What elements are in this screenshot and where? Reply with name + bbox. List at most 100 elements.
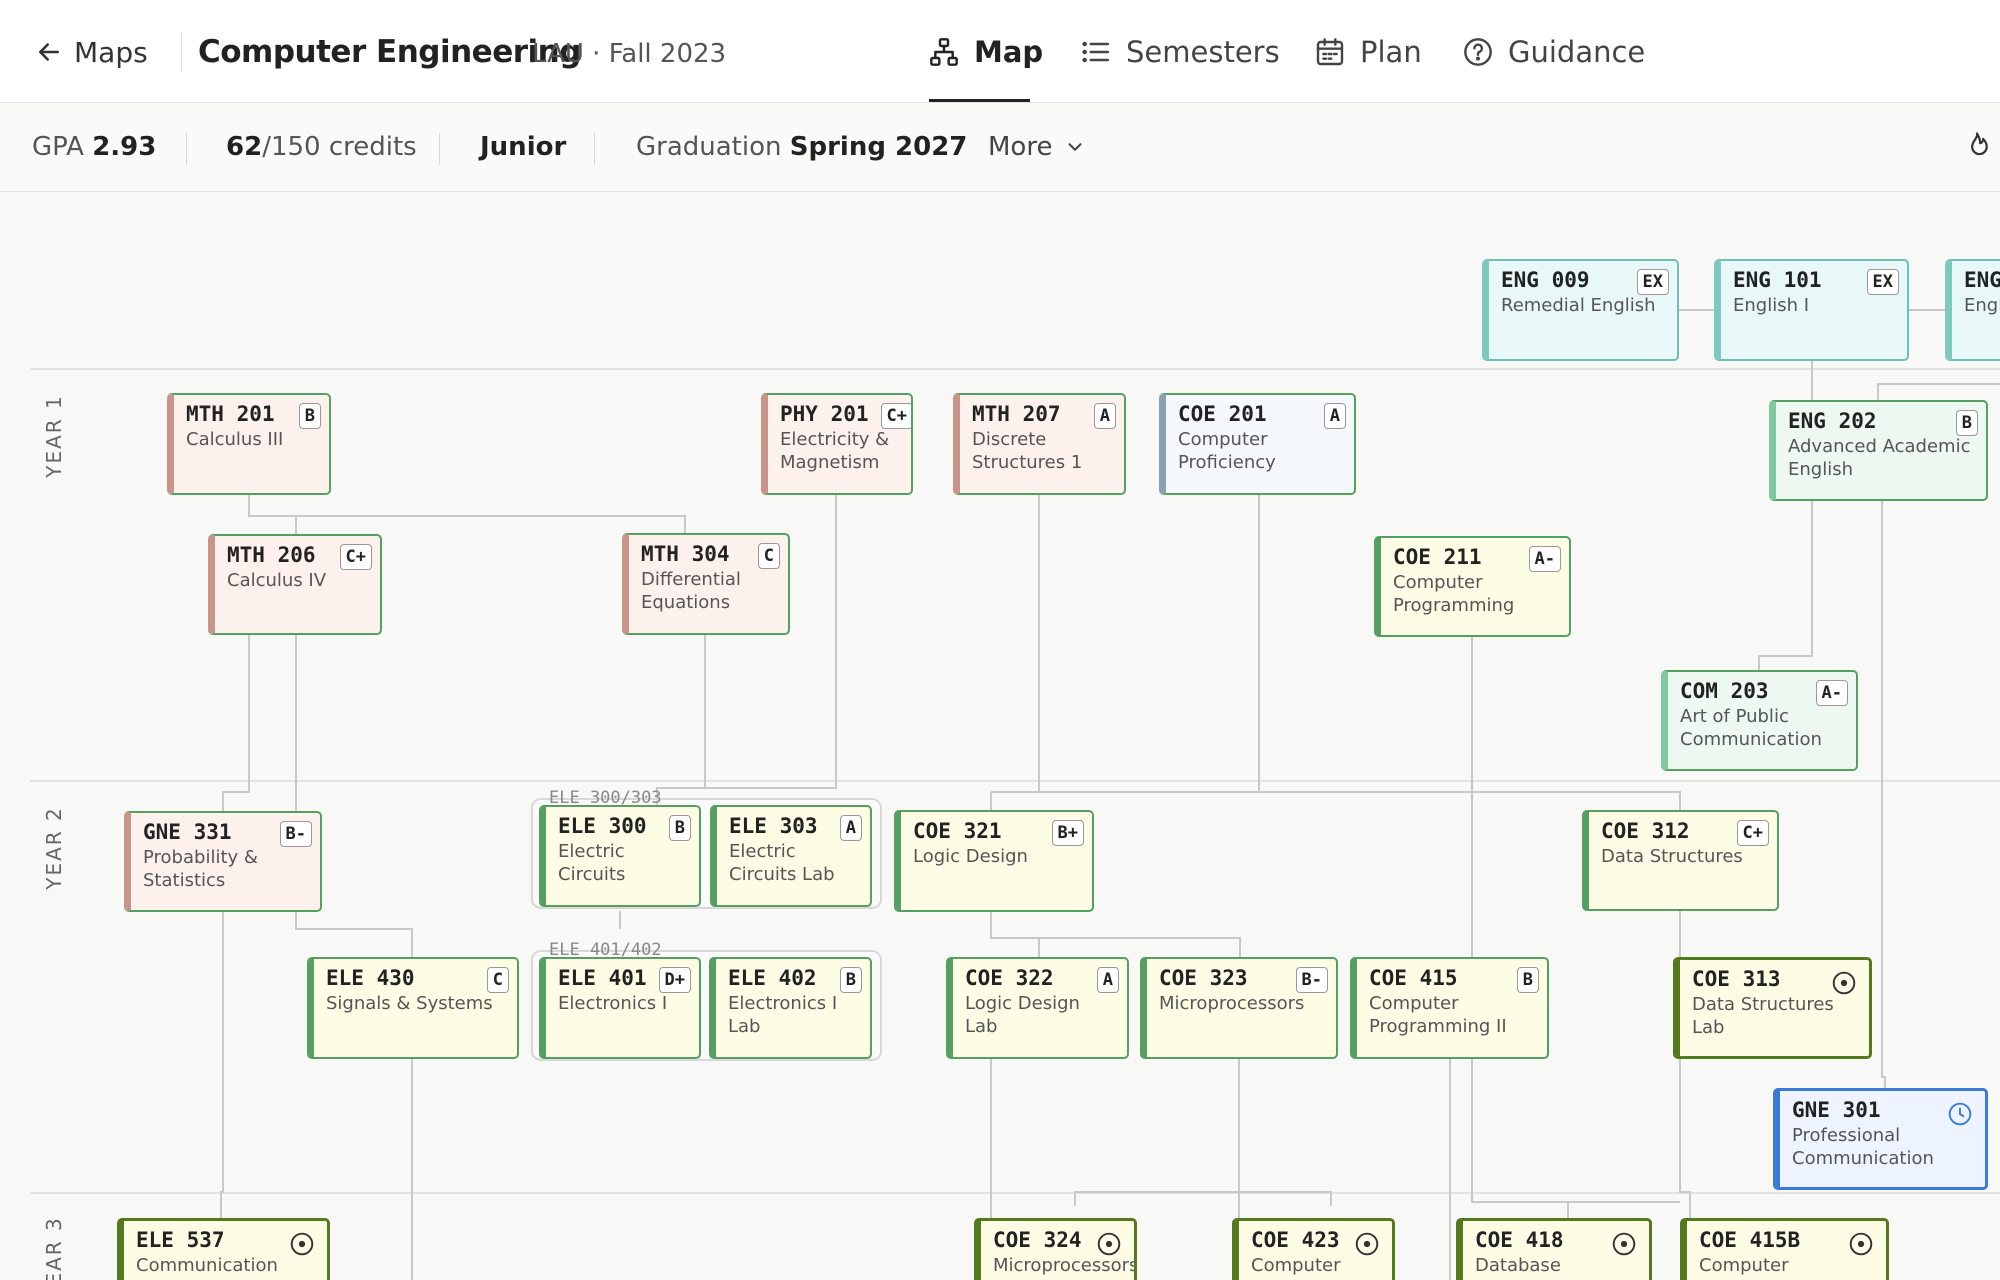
program-title: Computer Engineering — [198, 34, 581, 70]
more-dropdown[interactable]: More — [988, 129, 1086, 165]
grade-badge: A — [1323, 403, 1346, 429]
credits-stat: 62/150 credits — [226, 129, 417, 165]
grade-badge: B+ — [1051, 820, 1084, 846]
year-label-3: YEAR 3 — [42, 1216, 66, 1280]
course-code: MTH 201 — [186, 402, 275, 426]
grade-badge: C — [757, 543, 780, 569]
course-card-coe-321[interactable]: COE 321 Logic Design B+ — [894, 810, 1094, 912]
course-name: Logic Design Lab — [965, 993, 1080, 1037]
tab-map[interactable]: Map — [928, 28, 1043, 76]
course-card-coe-324[interactable]: COE 324 Microprocessors — [974, 1218, 1137, 1280]
graduation-stat: Graduation Spring 2027 — [636, 129, 967, 165]
course-name: Electric Circuits — [558, 841, 626, 885]
header-divider — [181, 32, 182, 72]
course-card-ele-430[interactable]: ELE 430 Signals & Systems C — [307, 957, 519, 1059]
course-name: Computer — [1251, 1255, 1341, 1276]
course-name: Communication — [136, 1255, 278, 1276]
course-name: Logic Design — [913, 846, 1028, 867]
target-circle-icon — [1612, 1232, 1636, 1256]
credits-total: /150 credits — [262, 132, 417, 162]
grade-badge: A — [1096, 967, 1119, 993]
course-card-coe-211[interactable]: COE 211 Computer Programming A- — [1374, 536, 1571, 637]
tab-plan[interactable]: Plan — [1314, 28, 1422, 76]
grade-badge: C — [486, 967, 509, 993]
course-card-coe-423[interactable]: COE 423 Computer — [1232, 1218, 1395, 1280]
course-card-mth-304[interactable]: MTH 304 Differential Equations C — [622, 533, 790, 635]
chevron-down-icon — [1068, 143, 1082, 151]
grade-badge: A- — [1528, 546, 1561, 572]
target-circle-icon — [1832, 971, 1856, 995]
target-circle-icon — [1097, 1232, 1121, 1256]
target-circle-icon — [1355, 1232, 1379, 1256]
course-card-gne-301[interactable]: GNE 301 Professional Communication — [1773, 1088, 1988, 1190]
help-circle-icon — [1464, 38, 1492, 66]
course-code: ELE 402 — [728, 966, 817, 990]
grade-badge: C+ — [339, 544, 372, 570]
course-name: Engl — [1964, 295, 2000, 316]
tab-plan-label: Plan — [1360, 35, 1422, 69]
course-card-coe-323[interactable]: COE 323 Microprocessors B- — [1140, 957, 1338, 1059]
course-card-mth-206[interactable]: MTH 206 Calculus IV C+ — [208, 534, 382, 635]
course-card-eng-partial[interactable]: ENG Engl — [1945, 259, 2000, 361]
course-code: COE 322 — [965, 966, 1054, 990]
course-card-gne-331[interactable]: GNE 331 Probability & Statistics B- — [124, 811, 322, 912]
course-card-coe-201[interactable]: COE 201 Computer Proficiency A — [1159, 393, 1356, 495]
graduation-value: Spring 2027 — [789, 132, 968, 162]
course-name: Microprocessors — [1159, 993, 1305, 1014]
tab-semesters[interactable]: Semesters — [1080, 28, 1280, 76]
course-card-mth-207[interactable]: MTH 207 Discrete Structures 1 A — [953, 393, 1126, 495]
course-code: ENG — [1964, 268, 2000, 292]
course-card-ele-303[interactable]: ELE 303 Electric Circuits Lab A — [710, 805, 872, 907]
grade-badge: A- — [1815, 680, 1848, 706]
back-to-maps-button[interactable]: Maps — [34, 30, 148, 74]
flame-icon[interactable] — [1962, 131, 1992, 165]
course-name: Electronics I — [558, 993, 668, 1014]
course-card-coe-415[interactable]: COE 415 Computer Programming II B — [1350, 957, 1549, 1059]
grade-badge: B — [668, 815, 691, 841]
course-name: Computer — [1699, 1255, 1789, 1276]
course-code: MTH 304 — [641, 542, 730, 566]
course-name: Signals & Systems — [326, 993, 493, 1014]
course-code: MTH 207 — [972, 402, 1061, 426]
course-name: Probability & Statistics — [143, 847, 258, 891]
year-label-2: YEAR 2 — [42, 806, 66, 890]
course-card-coe-415b[interactable]: COE 415B Computer — [1680, 1218, 1889, 1280]
arrow-left-icon — [39, 43, 59, 61]
course-name: Discrete Structures 1 — [972, 429, 1083, 473]
target-circle-icon — [1849, 1232, 1873, 1256]
course-name: Data Structures — [1601, 846, 1743, 867]
course-name: Calculus III — [186, 429, 284, 450]
course-name: Data Structures Lab — [1692, 994, 1834, 1038]
course-card-ele-402[interactable]: ELE 402 Electronics I Lab B — [709, 957, 872, 1059]
course-card-com-203[interactable]: COM 203 Art of Public Communication A- — [1661, 670, 1858, 771]
course-name: Electronics I Lab — [728, 993, 838, 1037]
grade-badge: B — [1955, 410, 1978, 436]
course-card-eng-202[interactable]: ENG 202 Advanced Academic English B — [1769, 400, 1988, 501]
grade-badge: C+ — [880, 403, 911, 429]
tab-guidance[interactable]: Guidance — [1462, 28, 1645, 76]
course-card-coe-312[interactable]: COE 312 Data Structures C+ — [1582, 810, 1779, 911]
grade-badge: EX — [1866, 269, 1899, 295]
stats-bar: GPA 2.93 62/150 credits Junior Graduatio… — [0, 103, 2000, 192]
course-card-mth-201[interactable]: MTH 201 Calculus III B — [167, 393, 331, 495]
more-label: More — [988, 132, 1053, 162]
course-card-ele-401[interactable]: ELE 401 Electronics I D+ — [539, 957, 701, 1059]
course-card-phy-201[interactable]: PHY 201 Electricity & Magnetism C+ — [761, 393, 913, 495]
course-card-ele-300[interactable]: ELE 300 Electric Circuits B — [539, 805, 701, 907]
clock-icon — [1948, 1102, 1972, 1126]
course-card-coe-313[interactable]: COE 313 Data Structures Lab — [1673, 957, 1872, 1059]
course-card-eng-101[interactable]: ENG 101 English I EX — [1714, 259, 1909, 361]
course-name: Differential Equations — [641, 569, 741, 613]
standing-stat: Junior — [480, 129, 566, 165]
curriculum-map[interactable]: YEAR 1 YEAR 2 YEAR 3 ELE 300/303 ELE 401… — [0, 192, 2000, 1280]
course-name: Electricity & Magnetism — [780, 429, 890, 473]
gpa-value: 2.93 — [92, 132, 157, 162]
course-code: ELE 430 — [326, 966, 415, 990]
course-card-coe-418[interactable]: COE 418 Database — [1456, 1218, 1652, 1280]
course-card-eng-009[interactable]: ENG 009 Remedial English EX — [1482, 259, 1679, 361]
course-card-ele-537[interactable]: ELE 537 Communication — [117, 1218, 330, 1280]
stats-divider — [186, 133, 187, 165]
stats-divider — [594, 133, 595, 165]
grade-badge: B — [839, 967, 862, 993]
course-card-coe-322[interactable]: COE 322 Logic Design Lab A — [946, 957, 1129, 1059]
